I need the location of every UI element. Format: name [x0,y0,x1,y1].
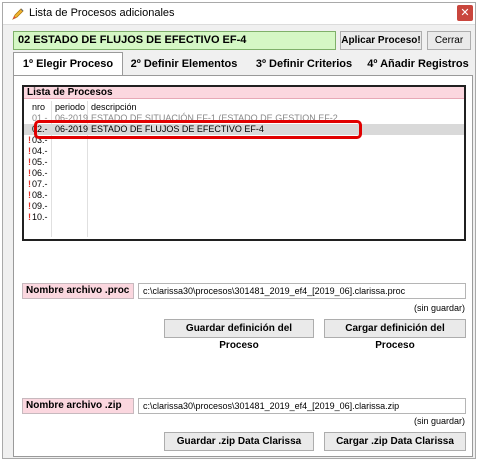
proc-file-status: (sin guardar) [414,303,466,313]
proc-file-input[interactable]: c:\clarissa30\procesos\301481_2019_ef4_[… [138,283,466,299]
column-header-descripcion: descripción [91,102,137,112]
title-bar: Lista de Procesos adicionales ✕ [3,3,475,25]
list-item[interactable]: ! 10.- [24,212,464,223]
column-header-periodo: periodo [55,102,86,112]
warning-mark-icon: ! [28,212,31,222]
selection-highlight [34,120,362,139]
process-list-window: Lista de Procesos adicionales ✕ 02 ESTAD… [2,2,476,459]
close-button[interactable]: Cerrar [427,31,471,50]
column-header-nro: nro [32,102,46,112]
window-close-icon[interactable]: ✕ [457,5,473,21]
tab-panel-elegir-proceso: Lista de Procesos nro periodo descripció… [13,75,473,457]
proc-file-label: Nombre archivo .proc [22,283,134,299]
tab-definir-criterios[interactable]: 3º Definir Criterios [247,53,361,75]
list-item[interactable]: ! 05.- [24,157,464,168]
tab-bar: 1º Elegir Proceso 2º Definir Elementos 3… [13,52,473,76]
list-item[interactable]: ! 09.- [24,201,464,212]
window-title: Lista de Procesos adicionales [29,7,175,19]
warning-mark-icon: ! [28,168,31,178]
list-item[interactable]: ! 08.- [24,190,464,201]
save-process-definition-button[interactable]: Guardar definición del Proceso [164,319,314,351]
list-item[interactable]: ! 04.- [24,146,464,157]
list-item[interactable]: ! 07.- [24,179,464,190]
tab-anadir-registros[interactable]: 4º Añadir Registros [363,53,473,75]
warning-mark-icon: ! [28,190,31,200]
pencil-app-icon [12,8,24,20]
save-zip-button[interactable]: Guardar .zip Data Clarissa [164,432,314,451]
zip-file-input[interactable]: c:\clarissa30\procesos\301481_2019_ef4_[… [138,398,466,414]
process-list-title: Lista de Procesos [24,87,464,99]
list-item[interactable]: ! 06.- [24,168,464,179]
selected-process-field: 02 ESTADO DE FLUJOS DE EFECTIVO EF-4 [13,31,336,50]
tab-elegir-proceso[interactable]: 1º Elegir Proceso [13,52,123,76]
warning-mark-icon: ! [28,157,31,167]
zip-file-label: Nombre archivo .zip [22,398,134,414]
apply-process-button[interactable]: Aplicar Proceso! [340,31,422,50]
warning-mark-icon: ! [28,179,31,189]
zip-file-status: (sin guardar) [414,416,466,426]
warning-mark-icon: ! [28,135,31,145]
process-list: Lista de Procesos nro periodo descripció… [22,85,466,241]
warning-mark-icon: ! [28,201,31,211]
load-zip-button[interactable]: Cargar .zip Data Clarissa [324,432,466,451]
warning-mark-icon: ! [28,146,31,156]
load-process-definition-button[interactable]: Cargar definición del Proceso [324,319,466,351]
tab-definir-elementos[interactable]: 2º Definir Elementos [125,53,243,75]
